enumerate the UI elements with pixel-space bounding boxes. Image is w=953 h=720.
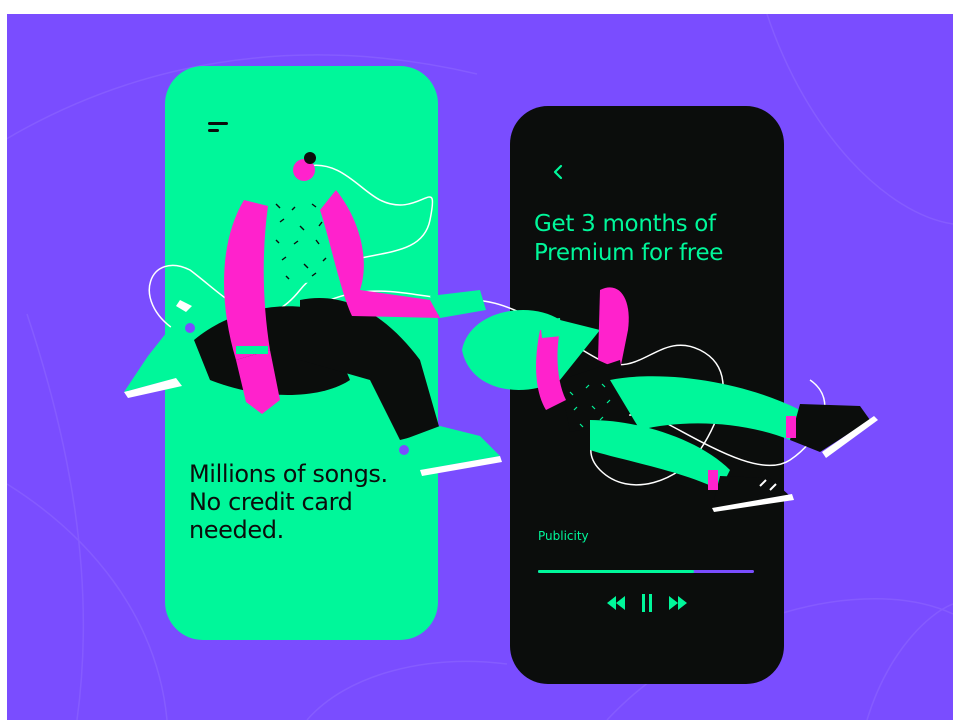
- promo-title-line-1: Get 3 months of: [534, 211, 716, 237]
- stage: Millions of songs. No credit card needed…: [0, 0, 953, 720]
- tagline-line-2: No credit card: [189, 488, 353, 516]
- phone-screen-intro: Millions of songs. No credit card needed…: [165, 66, 438, 640]
- fast-forward-icon[interactable]: [668, 596, 688, 610]
- player-controls: [606, 593, 688, 613]
- pause-icon[interactable]: [641, 593, 653, 613]
- promo-title: Get 3 months of Premium for free: [534, 210, 774, 268]
- menu-icon[interactable]: [208, 122, 230, 136]
- promo-title-line-2: Premium for free: [534, 240, 724, 266]
- chevron-left-icon[interactable]: [548, 162, 568, 182]
- background-pattern: [7, 14, 953, 720]
- rewind-icon[interactable]: [606, 596, 626, 610]
- tagline-line-1: Millions of songs.: [189, 460, 388, 488]
- background: [7, 14, 953, 720]
- phone-screen-player: Get 3 months of Premium for free Publici…: [510, 106, 784, 684]
- progress-bar[interactable]: [538, 570, 754, 573]
- tagline-line-3: needed.: [189, 516, 284, 544]
- tagline: Millions of songs. No credit card needed…: [189, 460, 434, 544]
- progress-fill: [538, 570, 694, 573]
- track-name: Publicity: [538, 529, 589, 543]
